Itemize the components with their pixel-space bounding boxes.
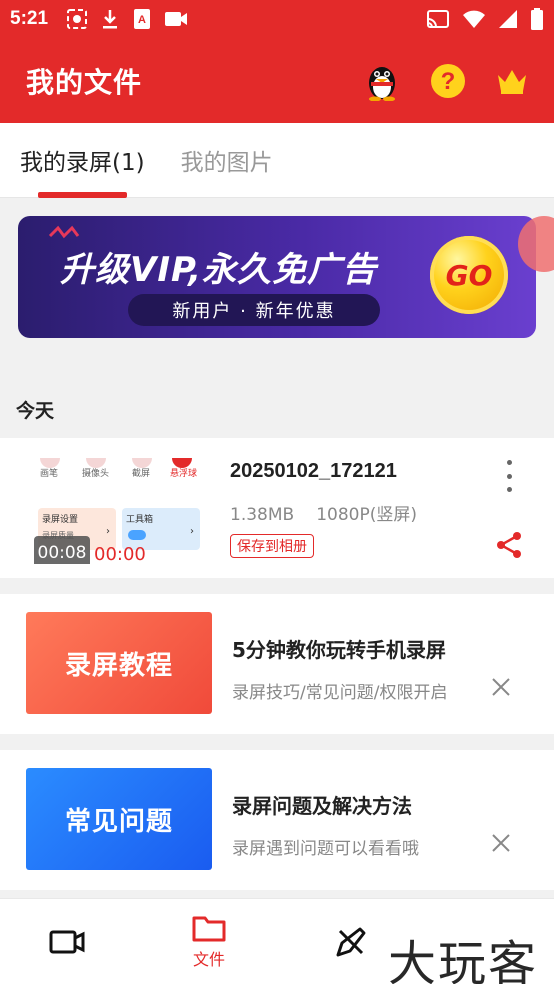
tab-bar: 我的录屏(1) 我的图片 [0, 123, 554, 198]
recording-meta: 1.38MB 1080P(竖屏) [230, 500, 417, 525]
close-icon[interactable] [490, 832, 512, 854]
help-icon[interactable]: ? [430, 63, 466, 99]
more-options-icon[interactable] [500, 460, 518, 492]
time-overlay: 00:00 [94, 544, 146, 564]
go-label: GO [445, 258, 493, 292]
tab-my-images[interactable]: 我的图片 [181, 123, 273, 198]
video-camera-icon [49, 930, 85, 954]
tab-indicator [38, 191, 127, 198]
thumb-label: 画笔 [40, 469, 59, 479]
vip-banner[interactable]: 升级VIP,永久免广告 新用户 · 新年优惠 GO [18, 216, 536, 338]
nav-files[interactable]: 文件 [164, 899, 254, 984]
tip-subtitle: 录屏技巧/常见问题/权限开启 [232, 683, 448, 703]
tip-image-text: 录屏教程 [64, 650, 173, 681]
thumb-label: 摄像头 [82, 469, 110, 479]
recording-card[interactable]: 画笔 摄像头 截屏 悬浮球 录屏设置 录屏质量 › 工具箱 › 00:08 00… [0, 438, 554, 578]
page-title: 我的文件 [26, 65, 143, 99]
recording-resolution: 1080P(竖屏) [316, 505, 417, 525]
svg-text:A: A [138, 14, 146, 26]
svg-text:?: ? [441, 68, 456, 95]
tip-title: 5分钟教你玩转手机录屏 [232, 638, 446, 662]
section-date-label: 今天 [16, 400, 55, 422]
tip-subtitle: 录屏遇到问题可以看看哦 [232, 839, 419, 859]
thumb-chevron-icon: › [106, 526, 110, 537]
tip-image-text: 常见问题 [64, 806, 173, 837]
status-time: 5:21 [10, 8, 49, 29]
share-icon[interactable] [494, 530, 524, 560]
thumb-label: 悬浮球 [170, 469, 198, 479]
tip-card-faq[interactable]: 常见问题 录屏问题及解决方法 录屏遇到问题可以看看哦 [0, 750, 554, 890]
vip-crown-icon[interactable] [496, 67, 528, 95]
battery-icon [531, 8, 543, 30]
screen-record-icon [67, 9, 88, 29]
tip-card-tutorial[interactable]: 录屏教程 5分钟教你玩转手机录屏 录屏技巧/常见问题/权限开启 [0, 594, 554, 734]
wifi-icon [463, 10, 485, 28]
nav-record[interactable] [22, 899, 112, 984]
tools-icon [336, 927, 366, 957]
video-thumbnail[interactable]: 画笔 摄像头 截屏 悬浮球 录屏设置 录屏质量 › 工具箱 › 00:08 00… [32, 456, 200, 564]
tab-label: 我的图片 [180, 150, 273, 176]
tab-label: 我的录屏(1) [20, 150, 145, 176]
qq-penguin-icon[interactable] [364, 61, 400, 101]
download-icon [103, 10, 118, 29]
nav-tools[interactable] [306, 899, 396, 984]
signal-icon [499, 10, 517, 28]
folder-icon [192, 916, 226, 942]
tip-title: 录屏问题及解决方法 [232, 794, 412, 818]
tip-image: 常见问题 [26, 768, 212, 870]
close-icon[interactable] [490, 676, 512, 698]
app-bar: 我的文件 ? [0, 38, 554, 123]
thumb-box-label: 录屏设置 [42, 515, 79, 525]
cast-icon [427, 10, 449, 28]
banner-title: 升级VIP,永久免广告 [60, 250, 378, 290]
watermark-text: 大玩客 [388, 936, 539, 984]
tip-image: 录屏教程 [26, 612, 212, 714]
thumb-label: 截屏 [132, 469, 151, 479]
duration-badge: 00:08 [34, 536, 90, 564]
recording-filename: 20250102_172121 [230, 460, 397, 482]
pdf-icon: A [134, 9, 151, 29]
tab-my-recordings[interactable]: 我的录屏(1) [20, 123, 145, 198]
status-bar: 5:21 A [0, 0, 554, 38]
banner-subtitle: 新用户 · 新年优惠 [128, 294, 380, 326]
thumb-chevron-icon: › [190, 526, 194, 537]
go-button[interactable]: GO [430, 236, 508, 314]
video-camera-icon [165, 12, 188, 26]
thumb-toggle-icon [128, 530, 146, 540]
recording-size: 1.38MB [230, 505, 295, 525]
thumb-box-label: 工具箱 [126, 515, 154, 525]
nav-files-label: 文件 [192, 950, 225, 969]
save-to-album-button[interactable]: 保存到相册 [230, 534, 314, 558]
